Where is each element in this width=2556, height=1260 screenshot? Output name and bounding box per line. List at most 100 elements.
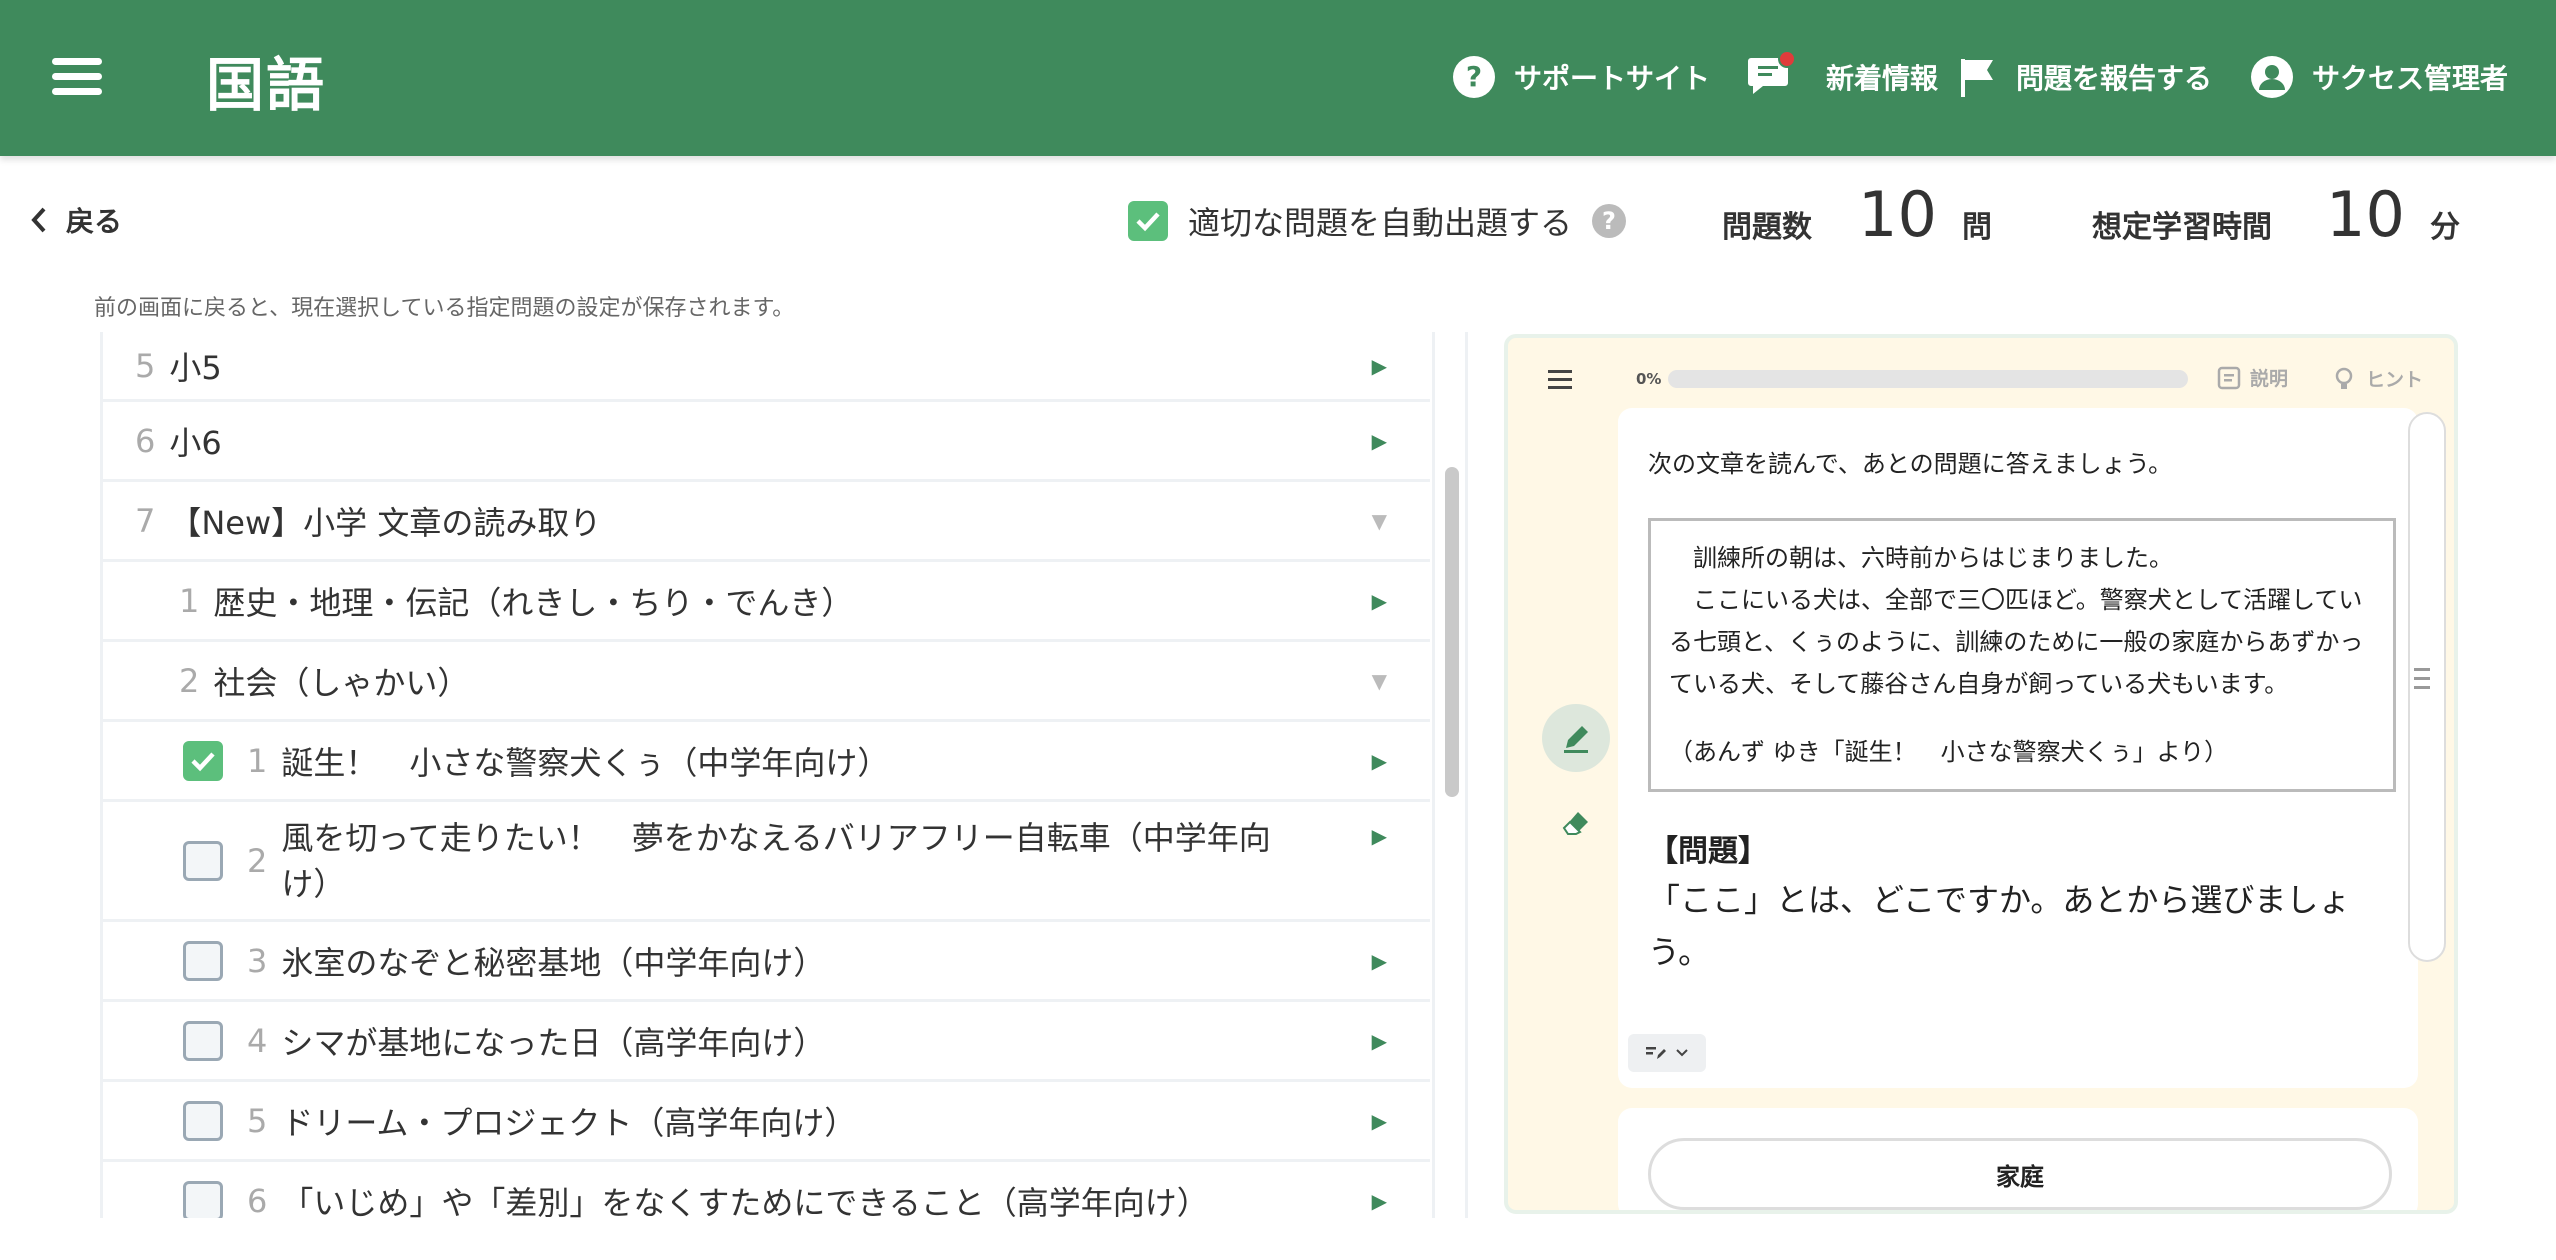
caret-right-icon[interactable]: ▶ [1372, 1189, 1387, 1213]
question-count-label: 問題数 [1722, 210, 1812, 245]
answer-options: 家庭 [1618, 1108, 2418, 1210]
hint-label: ヒント [2366, 368, 2424, 391]
passage-box: 訓練所の朝は、六時前からはじまりました。 ここにいる犬は、全部で三〇匹ほど。警察… [1648, 518, 2396, 792]
item-label-line2: け） [281, 864, 346, 903]
preview-menu-icon[interactable] [1548, 370, 1572, 394]
item-number: 5 [135, 346, 156, 385]
support-site-label: サポートサイト [1514, 62, 1711, 95]
eraser-icon [1562, 812, 1588, 835]
item-label: 【New】小学 文章の読み取り [169, 503, 602, 542]
problem-row[interactable]: 2 風を切って走りたい！ 夢をかなえるバリアフリー自転車（中学年向 け） ▶ [103, 802, 1430, 922]
passage-source: （あんず ゆき「誕生！ 小さな警察犬くぅ」より） [1669, 738, 2229, 766]
problem-checkbox[interactable] [183, 1100, 223, 1141]
item-number: 6 [247, 1181, 268, 1219]
report-problem-link[interactable]: 問題を報告する [1958, 52, 2212, 102]
problem-checkbox[interactable] [183, 840, 223, 881]
problem-row[interactable]: 5 ドリーム・プロジェクト（高学年向け） ▶ [103, 1082, 1430, 1162]
caret-right-icon[interactable]: ▶ [1372, 749, 1387, 773]
list-scrollbar[interactable] [1432, 332, 1468, 1218]
problem-preview: 0% 説明 ヒント 次の文章を読んで、あとの問題に答えましょう。 訓練所の朝は、… [1504, 334, 2458, 1214]
question-text: 「ここ」とは、どこですか。あとから選びましょう。 [1648, 881, 2351, 971]
item-label: ドリーム・プロジェクト（高学年向け） [281, 1103, 857, 1142]
caret-right-icon[interactable]: ▶ [1372, 1109, 1387, 1133]
back-button[interactable]: 戻る [30, 200, 122, 240]
caret-down-icon[interactable]: ▼ [1372, 509, 1387, 533]
list-item[interactable]: 7 【New】小学 文章の読み取り ▼ [103, 482, 1430, 562]
user-menu[interactable]: サクセス管理者 [2250, 52, 2508, 102]
caret-down-icon[interactable]: ▼ [1372, 669, 1387, 693]
caret-right-icon[interactable]: ▶ [1372, 949, 1387, 973]
list-item[interactable]: 1 歴史・地理・伝記（れきし・ちり・でんき） ▶ [103, 562, 1430, 642]
explain-button[interactable]: 説明 [2216, 364, 2288, 391]
text-edit-icon [1646, 1047, 1666, 1059]
problem-row[interactable]: 6 「いじめ」や「差別」をなくすためにできること（高学年向け） ▶ [103, 1162, 1430, 1218]
chevron-down-icon [1676, 1049, 1688, 1057]
caret-right-icon[interactable]: ▶ [1372, 1029, 1387, 1053]
item-number: 6 [135, 421, 156, 460]
support-site-link[interactable]: ? サポートサイト [1452, 52, 1710, 102]
check-icon [191, 751, 215, 771]
news-label: 新着情報 [1826, 62, 1939, 95]
caret-right-icon[interactable]: ▶ [1372, 824, 1387, 848]
explain-label: 説明 [2250, 368, 2289, 390]
pen-tool-button[interactable] [1542, 704, 1610, 772]
hint-button[interactable]: ヒント [2330, 364, 2423, 392]
question-count-unit: 問 [1962, 210, 1992, 245]
back-label: 戻る [66, 205, 123, 238]
list-scrollbar-thumb[interactable] [1445, 467, 1459, 797]
answer-option-button[interactable]: 家庭 [1648, 1138, 2392, 1210]
furigana-toggle-button[interactable] [1628, 1034, 1706, 1072]
auto-select-checkbox[interactable] [1128, 201, 1168, 241]
flag-icon [1961, 59, 1993, 97]
auto-select-label: 適切な問題を自動出題する [1188, 204, 1573, 242]
problem-checkbox[interactable] [183, 1180, 223, 1218]
list-item[interactable]: 6 小6 ▶ [103, 402, 1430, 482]
user-avatar-icon [2251, 56, 2293, 98]
svg-text:?: ? [1466, 60, 1482, 93]
problem-row[interactable]: 3 氷室のなぞと秘密基地（中学年向け） ▶ [103, 922, 1430, 1002]
help-circle-icon: ? [1453, 56, 1495, 98]
study-time-label: 想定学習時間 [2092, 210, 2272, 245]
caret-right-icon[interactable]: ▶ [1372, 354, 1387, 378]
progress-percent: 0% [1636, 370, 1662, 388]
hamburger-menu-icon[interactable] [52, 58, 102, 96]
pencil-icon [1564, 726, 1588, 753]
item-label: 誕生！ 小さな警察犬くぅ（中学年向け） [281, 743, 890, 782]
item-label: 社会（しゃかい） [213, 663, 470, 702]
app-header: 国語 ? サポートサイト 新着情報 問題を報告する サクセス管理者 [0, 0, 2556, 156]
item-label: 歴史・地理・伝記（れきし・ちり・でんき） [213, 583, 854, 622]
item-number: 2 [247, 841, 268, 880]
notification-badge [1778, 49, 1796, 68]
item-label-line1: 風を切って走りたい！ 夢をかなえるバリアフリー自転車（中学年向 [281, 818, 1271, 857]
report-problem-label: 問題を報告する [2016, 62, 2213, 95]
caret-right-icon[interactable]: ▶ [1372, 429, 1387, 453]
item-label: 「いじめ」や「差別」をなくすためにできること（高学年向け） [281, 1183, 1209, 1219]
check-icon [1136, 212, 1160, 232]
item-number: 2 [179, 661, 200, 700]
help-icon[interactable]: ? [1592, 204, 1627, 238]
page-title: 国語 [206, 51, 327, 119]
problem-tree-list: 5 小5 ▶ 6 小6 ▶ 7 【New】小学 文章の読み取り ▼ 1 歴史・地… [100, 332, 1430, 1218]
user-name: サクセス管理者 [2312, 62, 2509, 95]
list-item[interactable]: 5 小5 ▶ [103, 332, 1430, 402]
eraser-tool-button[interactable] [1542, 788, 1610, 856]
item-number: 5 [247, 1101, 268, 1140]
document-icon [2217, 366, 2241, 389]
caret-right-icon[interactable]: ▶ [1372, 589, 1387, 613]
news-link[interactable]: 新着情報 [1748, 49, 1939, 102]
study-time-value: 10 [2326, 178, 2405, 251]
problem-row[interactable]: 1 誕生！ 小さな警察犬くぅ（中学年向け） ▶ [103, 722, 1430, 802]
list-item[interactable]: 2 社会（しゃかい） ▼ [103, 642, 1430, 722]
auto-select-toggle[interactable]: 適切な問題を自動出題する ? [1128, 198, 1627, 244]
problem-checkbox[interactable] [183, 940, 223, 981]
item-number: 3 [247, 941, 268, 980]
item-number: 4 [247, 1021, 268, 1060]
instruction-text: 次の文章を読んで、あとの問題に答えましょう。 [1648, 450, 2173, 478]
problem-row[interactable]: 4 シマが基地になった日（高学年向け） ▶ [103, 1002, 1430, 1082]
study-time-unit: 分 [2430, 210, 2460, 245]
problem-checkbox[interactable] [183, 1020, 223, 1061]
problem-checkbox[interactable] [183, 740, 223, 781]
item-number: 7 [135, 501, 156, 540]
lightbulb-icon [2335, 367, 2353, 389]
resize-grip-icon[interactable] [2414, 668, 2430, 695]
